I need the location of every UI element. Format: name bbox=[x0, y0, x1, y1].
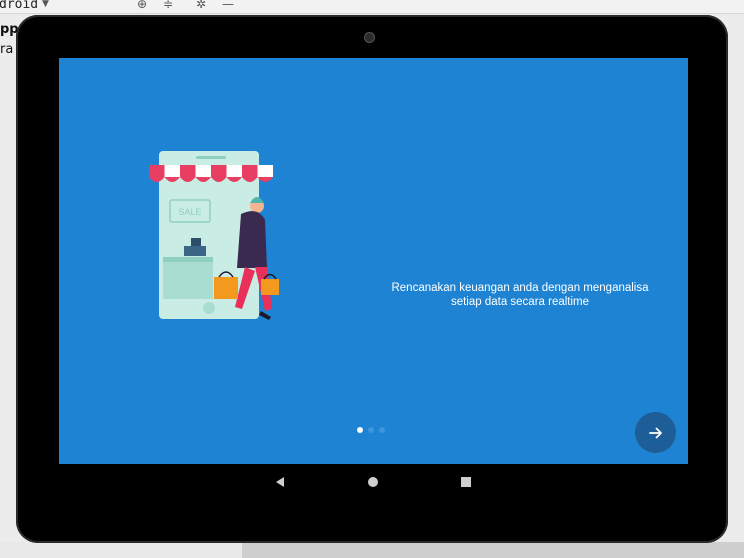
ide-panel bbox=[242, 542, 744, 558]
page-dot[interactable] bbox=[379, 427, 385, 433]
minimize-icon[interactable]: — bbox=[222, 0, 234, 11]
next-button[interactable] bbox=[635, 412, 676, 453]
sale-sign: SALE bbox=[178, 207, 201, 217]
gear-icon[interactable]: ✲ bbox=[196, 0, 206, 11]
page-dot-active[interactable] bbox=[357, 427, 363, 433]
page-dot[interactable] bbox=[368, 427, 374, 433]
navigation-bar bbox=[59, 464, 688, 500]
chevron-down-icon[interactable]: ▼ bbox=[42, 0, 49, 9]
device-selector[interactable]: droid bbox=[0, 0, 38, 12]
target-icon[interactable]: ⊕ bbox=[137, 0, 147, 11]
ide-status-area bbox=[0, 542, 744, 558]
onboarding-message: Rencanakan keuangan anda dengan menganal… bbox=[391, 282, 649, 308]
onboarding-screen: SALE Rencanakan keuangan anda dengan men… bbox=[59, 58, 688, 464]
ide-toolbar: droid ▼ ⊕ ≑ ✲ — bbox=[0, 0, 744, 14]
home-icon[interactable] bbox=[364, 473, 382, 491]
arrow-right-icon bbox=[648, 427, 662, 438]
recents-icon[interactable] bbox=[457, 473, 475, 491]
shop-illustration: SALE bbox=[149, 151, 279, 320]
split-icon[interactable]: ≑ bbox=[163, 0, 173, 11]
camera-icon bbox=[364, 32, 375, 43]
ide-side-text: ra bbox=[0, 42, 14, 57]
back-icon[interactable] bbox=[271, 473, 289, 491]
tablet-frame: SALE Rencanakan keuangan anda dengan men… bbox=[16, 15, 728, 543]
